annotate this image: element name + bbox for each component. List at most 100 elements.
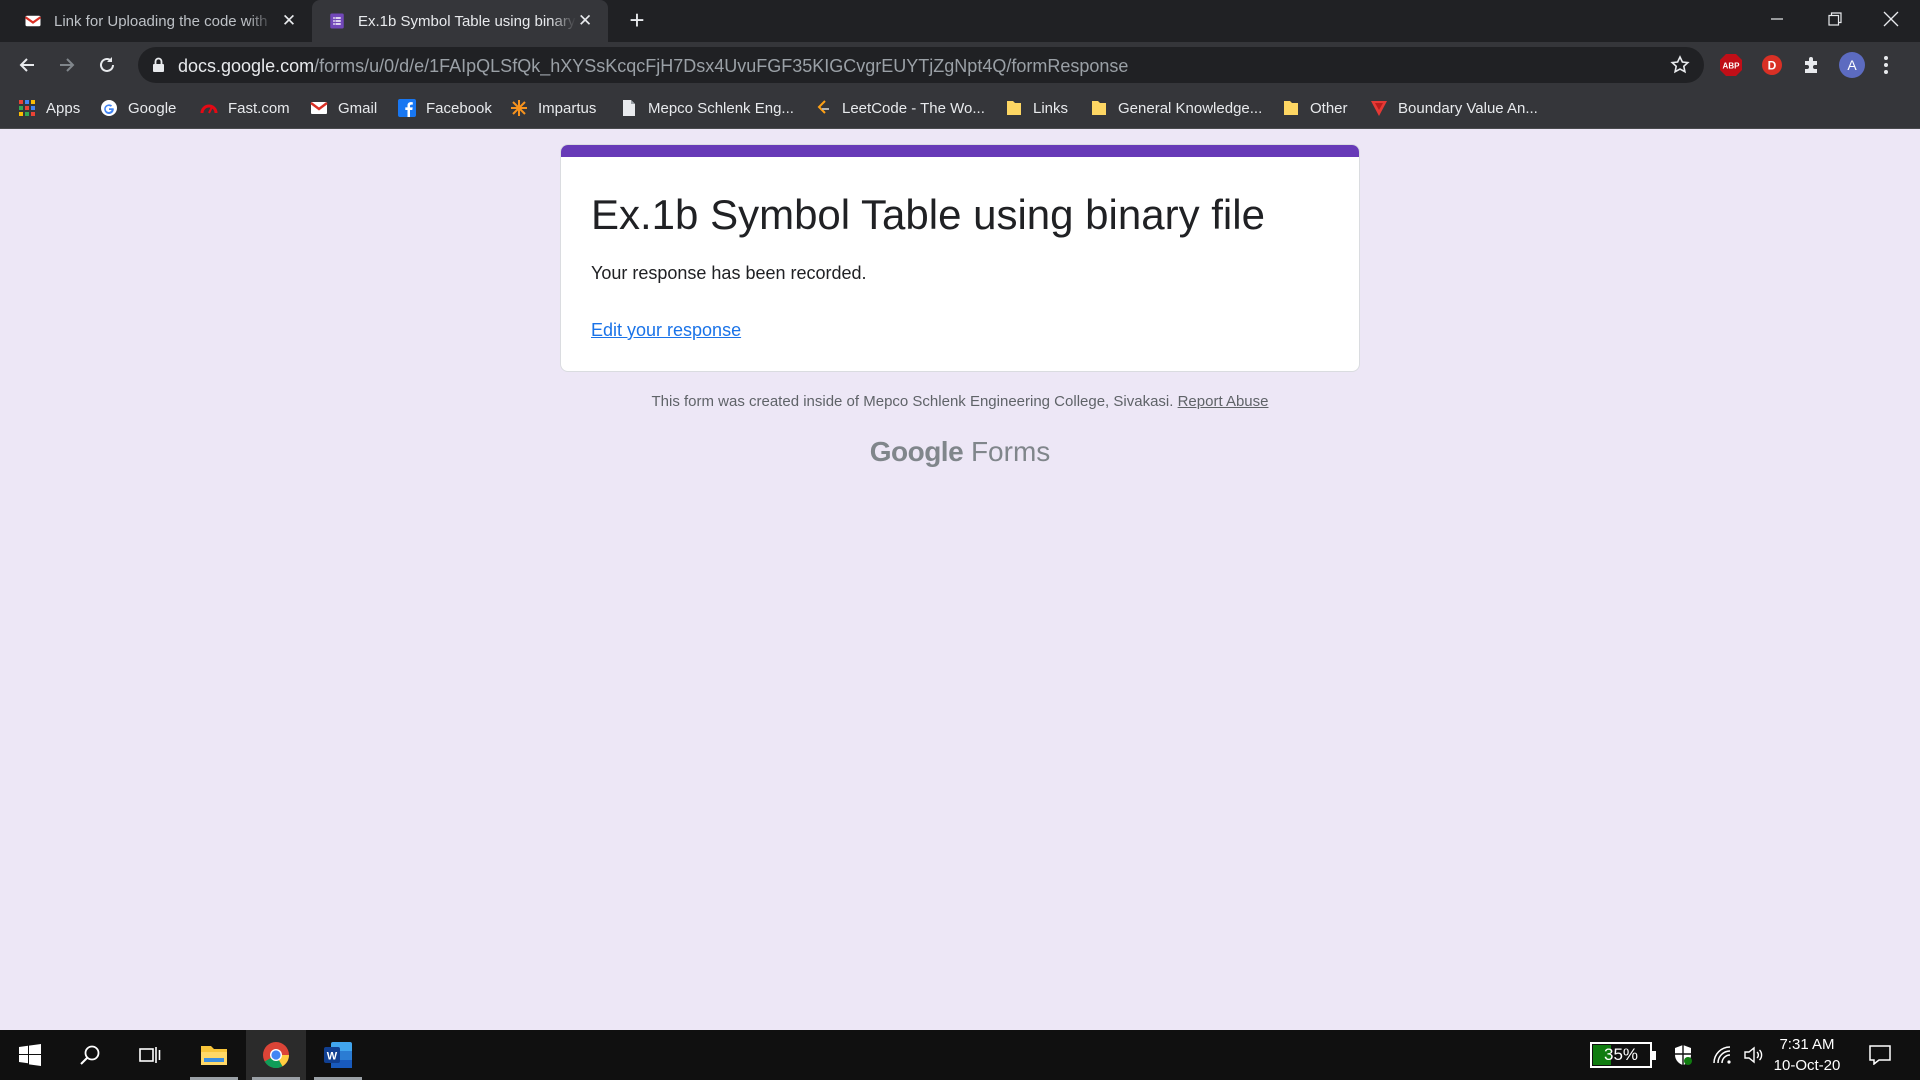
bookmark-label: Gmail [338, 99, 378, 117]
bookmark-gmail[interactable]: Gmail [310, 96, 377, 120]
close-tab-icon[interactable]: ✕ [576, 11, 594, 30]
restore-button[interactable] [1806, 0, 1864, 38]
security-tray-button[interactable] [1665, 1030, 1701, 1080]
kebab-menu-icon[interactable] [1883, 55, 1889, 75]
wifi-icon [1713, 1046, 1731, 1064]
clock-date: 10-Oct-20 [1773, 1057, 1841, 1074]
bookmark-label: Mepco Schlenk Eng... [648, 99, 794, 117]
gmail-icon [310, 102, 328, 114]
puzzle-icon [1805, 57, 1817, 73]
search-button[interactable] [60, 1030, 120, 1080]
bookmark-folder-general-knowledge[interactable]: General Knowledge... [1090, 96, 1262, 120]
restore-icon [1828, 12, 1842, 26]
url-path: /forms/u/0/d/e/1FAIpQLSfQk_hXYSsKcqcFjH7… [314, 56, 1129, 76]
adblock-extension-button[interactable]: ABP [1718, 52, 1744, 78]
word-button[interactable]: W [308, 1030, 368, 1080]
bookmark-label: Apps [46, 99, 81, 117]
report-abuse-link[interactable]: Report Abuse [1178, 393, 1269, 410]
d-extension-label: D [1768, 59, 1777, 73]
forward-button[interactable] [51, 49, 83, 81]
bookmark-label: Google [128, 99, 177, 117]
brand-forms: Forms [970, 436, 1051, 467]
minimize-icon [1771, 18, 1783, 20]
adblock-label: ABP [1723, 62, 1741, 71]
d-extension-button[interactable]: D [1759, 52, 1785, 78]
battery-indicator[interactable]: 35% [1590, 1042, 1656, 1068]
address-bar[interactable]: docs.google.com/forms/u/0/d/e/1FAIpQLSfQ… [138, 47, 1704, 83]
folder-icon [1284, 101, 1298, 115]
profile-button[interactable]: A [1839, 52, 1865, 78]
new-tab-button[interactable]: + [622, 6, 652, 36]
confirmation-message: Your response has been recorded. [591, 263, 867, 283]
folder-icon [201, 1046, 227, 1065]
search-icon [80, 1045, 100, 1065]
tab-title: Ex.1b Symbol Table using binary file [358, 12, 577, 30]
minimize-button[interactable] [1748, 0, 1806, 38]
tab-gmail[interactable]: Link for Uploading the code with ✕ [0, 0, 312, 42]
footer-note: This form was created inside of Mepco Sc… [560, 393, 1360, 410]
bookmark-star-icon[interactable] [1670, 55, 1690, 75]
avatar: A [1839, 52, 1865, 78]
bookmark-folder-other[interactable]: Other [1282, 96, 1348, 120]
lock-icon [153, 57, 164, 72]
bookmark-label: General Knowledge... [1118, 99, 1263, 117]
close-window-button[interactable] [1862, 0, 1920, 38]
bookmark-leetcode[interactable]: LeetCode - The Wo... [814, 96, 985, 120]
leetcode-icon [817, 100, 829, 114]
url-host: docs.google.com [178, 56, 315, 76]
card-accent-bar [561, 145, 1359, 157]
task-view-button[interactable] [120, 1030, 180, 1080]
facebook-icon [398, 99, 416, 117]
form-title: Ex.1b Symbol Table using binary file [591, 191, 1265, 238]
shield-icon [1675, 1045, 1692, 1065]
bookmark-fast[interactable]: Fast.com [200, 96, 290, 120]
forward-arrow-icon [60, 58, 75, 72]
response-card: Ex.1b Symbol Table using binary file You… [560, 144, 1360, 372]
network-tray-button[interactable] [1705, 1030, 1739, 1080]
bookmark-google[interactable]: Google [100, 96, 176, 120]
url-text: docs.google.com/forms/u/0/d/e/1FAIpQLSfQ… [178, 56, 1128, 77]
chrome-icon [263, 1042, 290, 1069]
extensions-button[interactable] [1799, 52, 1825, 78]
close-tab-icon[interactable]: ✕ [280, 11, 298, 30]
bookmark-label: Links [1033, 99, 1069, 117]
forms-icon [330, 13, 344, 29]
d-extension-icon: D [1762, 55, 1782, 75]
action-center-button[interactable] [1852, 1030, 1908, 1080]
word-icon: W [324, 1042, 352, 1068]
start-button[interactable] [0, 1030, 60, 1080]
brand-google: Google [869, 436, 964, 467]
system-clock[interactable]: 7:31 AM 10-Oct-20 [1762, 1034, 1852, 1076]
clock-time: 7:31 AM [1779, 1036, 1835, 1053]
tab-title: Link for Uploading the code with [54, 12, 268, 30]
folder-icon [1092, 101, 1106, 115]
speaker-icon [1744, 1046, 1763, 1064]
close-icon [1883, 11, 1899, 27]
bookmark-label: Facebook [426, 99, 492, 117]
bookmark-label: Impartus [538, 99, 597, 117]
bookmark-mepco[interactable]: Mepco Schlenk Eng... [620, 96, 794, 120]
svg-text:W: W [327, 1051, 338, 1063]
bookmark-label: LeetCode - The Wo... [842, 99, 985, 117]
tab-form[interactable]: Ex.1b Symbol Table using binary file ✕ [312, 0, 608, 42]
google-icon [101, 100, 117, 116]
folder-icon [1007, 101, 1021, 115]
chrome-button[interactable] [246, 1030, 306, 1080]
fast-icon [200, 104, 218, 114]
bookmark-boundary-value[interactable]: Boundary Value An... [1370, 96, 1538, 120]
reload-button[interactable] [91, 49, 123, 81]
back-button[interactable] [11, 49, 43, 81]
impartus-icon [511, 100, 527, 116]
page-icon [623, 100, 635, 116]
notification-icon [1869, 1045, 1891, 1065]
windows-taskbar: W 35% 7:31 AM 10-Oct-20 [0, 1030, 1920, 1080]
task-view-icon [139, 1047, 161, 1063]
bookmark-facebook[interactable]: Facebook [398, 96, 492, 120]
bookmark-folder-links[interactable]: Links [1005, 96, 1068, 120]
footer-note-text: This form was created inside of Mepco Sc… [651, 393, 1174, 410]
bookmark-apps[interactable]: Apps [18, 96, 80, 120]
edit-response-link[interactable]: Edit your response [591, 320, 741, 341]
tab-strip: Link for Uploading the code with ✕ Ex.1b… [0, 0, 1920, 42]
bookmark-impartus[interactable]: Impartus [510, 96, 596, 120]
file-explorer-button[interactable] [184, 1030, 244, 1080]
